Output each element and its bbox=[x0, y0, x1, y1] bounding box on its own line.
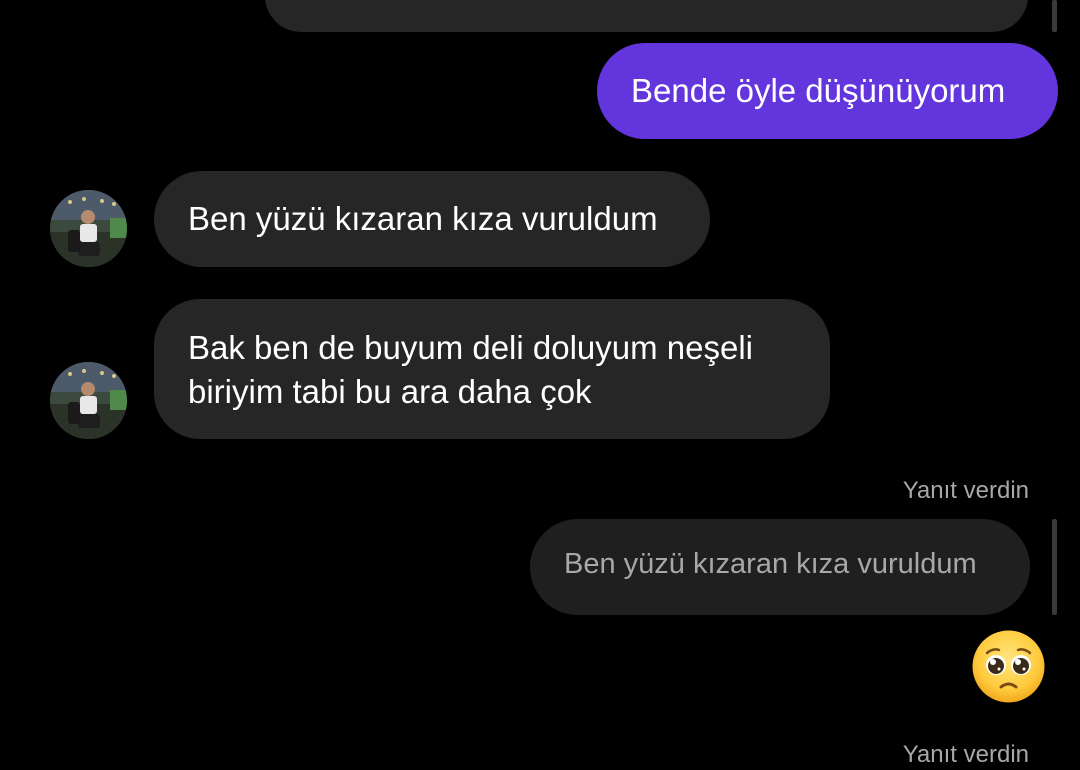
message-text: Bende öyle düşünüyorum bbox=[631, 72, 1006, 109]
message-text: Ben yüzü kızaran kıza vuruldum bbox=[188, 200, 658, 237]
quoted-message[interactable]: Ben yüzü kızaran kıza vuruldum bbox=[530, 519, 1030, 615]
reply-indicator-bar bbox=[1052, 519, 1057, 615]
pleading-face-icon[interactable] bbox=[971, 629, 1046, 704]
reply-status-label: Yanıt verdin bbox=[902, 477, 1029, 504]
message-text-line: biriyim tabi bu ara daha çok bbox=[188, 373, 592, 410]
message-bubble-sent-cutoff[interactable] bbox=[265, 0, 1028, 32]
reply-status-label: Yanıt verdin bbox=[902, 741, 1029, 768]
message-bubble-received[interactable]: Ben yüzü kızaran kıza vuruldum bbox=[154, 171, 710, 267]
avatar-photo bbox=[50, 362, 127, 439]
message-bubble-sent[interactable]: Bende öyle düşünüyorum bbox=[597, 43, 1058, 139]
avatar[interactable] bbox=[50, 190, 127, 267]
message-bubble-received[interactable]: Bak ben de buyum deli doluyum neşeli bir… bbox=[154, 299, 830, 439]
reply-indicator-bar bbox=[1052, 0, 1057, 32]
quoted-text: Ben yüzü kızaran kıza vuruldum bbox=[564, 548, 977, 580]
message-text-line: Bak ben de buyum deli doluyum neşeli bbox=[188, 329, 754, 366]
avatar[interactable] bbox=[50, 362, 127, 439]
avatar-photo bbox=[50, 190, 127, 267]
